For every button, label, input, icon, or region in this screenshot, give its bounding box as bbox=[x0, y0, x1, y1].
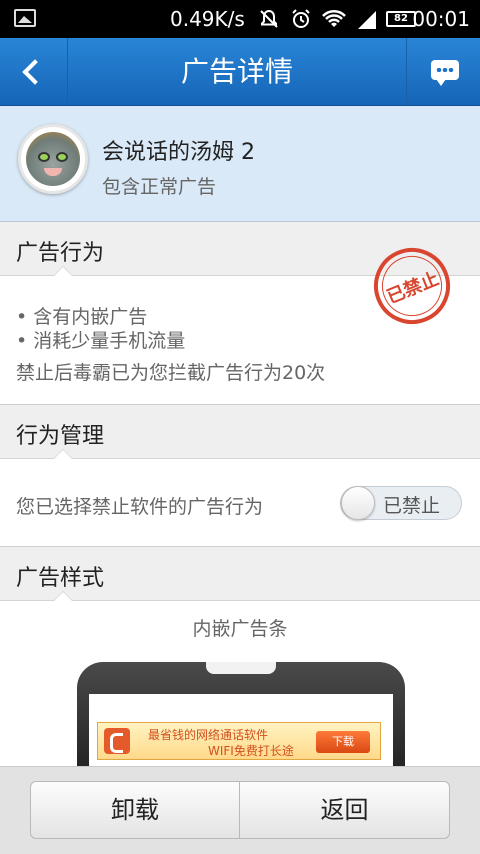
ad-banner-subtitle: WIFI免费打长途 bbox=[208, 744, 294, 758]
ad-download-button: 下载 bbox=[316, 731, 370, 753]
section-title: 行为管理 bbox=[16, 424, 105, 449]
notifications-muted-icon bbox=[260, 9, 278, 28]
phone-call-icon bbox=[104, 728, 130, 754]
signal-icon bbox=[358, 11, 376, 29]
behavior-item: • 含有内嵌广告 bbox=[16, 306, 148, 328]
behavior-item: • 消耗少量手机流量 bbox=[16, 330, 186, 352]
network-speed: 0.49K/s bbox=[170, 7, 245, 31]
status-icons: 82 bbox=[258, 6, 416, 32]
wifi-icon bbox=[322, 9, 346, 27]
bottom-action-bar: 卸载 返回 bbox=[0, 766, 480, 854]
section-header-behavior-management: 行为管理 bbox=[0, 405, 480, 459]
uninstall-button[interactable]: 卸载 bbox=[30, 781, 240, 839]
app-ad-type: 包含正常广告 bbox=[102, 176, 217, 198]
page-title: 广告详情 bbox=[180, 55, 293, 88]
blocked-count-text: 禁止后毒霸已为您拦截广告行为20次 bbox=[16, 362, 326, 384]
message-button[interactable] bbox=[406, 38, 480, 106]
alarm-icon bbox=[292, 9, 310, 28]
clock: 00:01 bbox=[412, 7, 470, 31]
image-notification-icon bbox=[14, 9, 36, 27]
toggle-knob[interactable] bbox=[341, 486, 375, 520]
app-name: 会说话的汤姆 2 bbox=[102, 140, 255, 165]
ad-block-toggle[interactable]: 已禁止 bbox=[340, 486, 462, 520]
management-text: 您已选择禁止软件的广告行为 bbox=[16, 496, 264, 518]
tom-cat-face-icon bbox=[26, 132, 80, 186]
chat-bubble-icon bbox=[431, 60, 459, 86]
section-title: 广告行为 bbox=[16, 241, 105, 266]
toggle-label: 已禁止 bbox=[383, 495, 441, 517]
section-header-ad-style: 广告样式 bbox=[0, 547, 480, 601]
embedded-ad-banner: 最省钱的网络通话软件 WIFI免费打长途 下载 bbox=[97, 722, 381, 760]
ad-banner-title: 最省钱的网络通话软件 bbox=[148, 728, 269, 742]
back-arrow-icon[interactable] bbox=[0, 38, 68, 106]
app-header: 会说话的汤姆 2 包含正常广告 bbox=[0, 106, 480, 222]
app-icon bbox=[18, 124, 88, 194]
phone-speaker bbox=[206, 662, 276, 674]
phone-preview: 最省钱的网络通话软件 WIFI免费打长途 下载 bbox=[77, 662, 405, 784]
section-title: 广告样式 bbox=[16, 566, 105, 591]
ad-style-caption: 内嵌广告条 bbox=[192, 618, 288, 640]
status-bar: 0.49K/s 82 00:01 bbox=[0, 0, 480, 38]
back-button[interactable]: 返回 bbox=[240, 781, 450, 839]
title-bar: 广告详情 bbox=[0, 38, 480, 106]
